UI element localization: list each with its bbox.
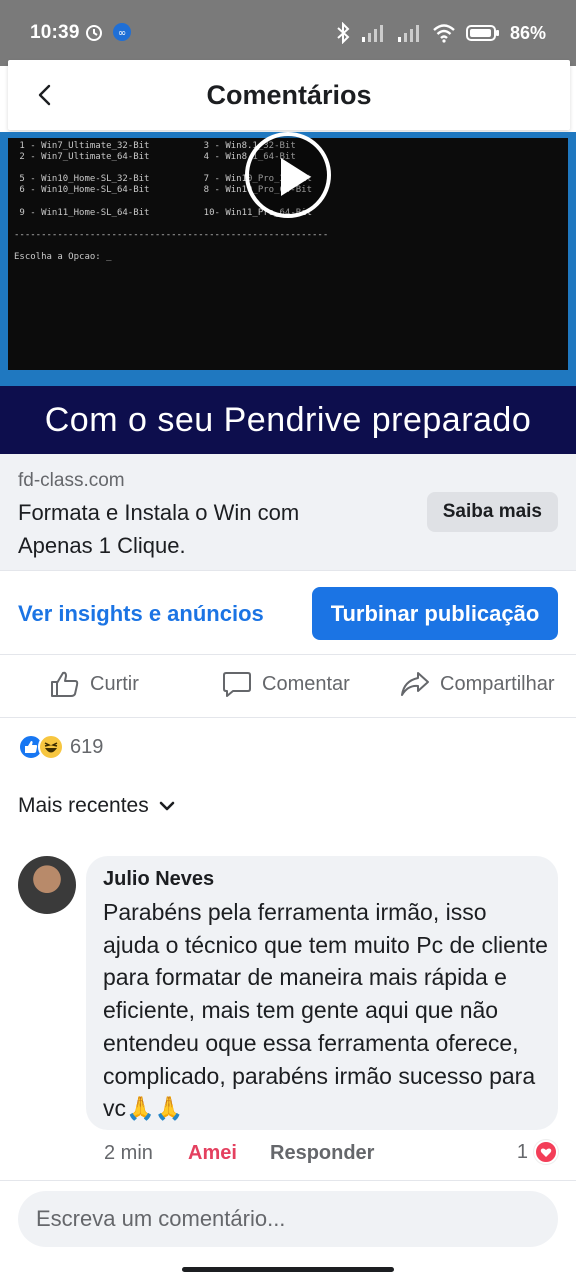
terminal-line: Escolha a Opcao: _	[14, 252, 112, 262]
share-label: Compartilhar	[440, 672, 555, 695]
comment-reaction-number: 1	[516, 1140, 528, 1163]
divider	[0, 717, 576, 718]
boost-post-button[interactable]: Turbinar publicação	[312, 587, 558, 640]
link-domain: fd-class.com	[18, 470, 125, 491]
like-label: Curtir	[90, 672, 139, 695]
divider	[0, 654, 576, 655]
terminal-line: ----------------------------------------…	[14, 230, 329, 240]
signal-icon	[361, 25, 383, 42]
comments-header: Comentários	[8, 60, 570, 130]
share-icon	[401, 672, 429, 696]
video-banner-text: Com o seu Pendrive preparado	[0, 386, 576, 454]
divider	[0, 570, 576, 571]
haha-reaction-icon	[38, 734, 64, 760]
heart-icon	[534, 1140, 558, 1164]
home-indicator	[182, 1267, 394, 1272]
status-bar: 10:39 ∞ 86%	[0, 0, 576, 66]
status-time: 10:39	[30, 22, 80, 43]
comment-label: Comentar	[262, 672, 350, 695]
comment-composer-bar	[0, 1180, 576, 1280]
play-button[interactable]	[245, 132, 331, 218]
reaction-summary[interactable]: 619	[18, 734, 103, 760]
svg-text:∞: ∞	[118, 28, 126, 39]
comment-author[interactable]: Julio Neves	[103, 868, 214, 891]
sort-label: Mais recentes	[18, 794, 149, 817]
comment-button[interactable]: Comentar	[222, 670, 350, 698]
reply-button[interactable]: Responder	[270, 1142, 374, 1165]
comment-icon	[223, 672, 251, 697]
reaction-count: 619	[70, 735, 104, 758]
insights-link[interactable]: Ver insights e anúncios	[18, 601, 264, 627]
thumbs-up-icon	[51, 671, 79, 697]
comment-input[interactable]	[18, 1191, 558, 1247]
app-notification-icon: ∞	[113, 23, 131, 41]
page-title: Comentários	[206, 80, 372, 110]
comment-sort-dropdown[interactable]: Mais recentes	[18, 794, 175, 818]
battery-percentage: 86%	[509, 22, 546, 43]
link-title: Formata e Instala o Win com Apenas 1 Cli…	[18, 500, 300, 558]
alarm-icon	[86, 25, 102, 41]
post-action-bar: Curtir Comentar Compartilhar	[0, 662, 576, 710]
like-button[interactable]: Curtir	[50, 670, 139, 698]
comment-bubble: Julio Neves Parabéns pela ferramenta irm…	[86, 856, 558, 1130]
comment-time: 2 min	[104, 1142, 153, 1164]
comment-text: Parabéns pela ferramenta irmão, isso aju…	[103, 899, 548, 1122]
link-preview[interactable]: fd-class.com Formata e Instala o Win com…	[0, 454, 576, 570]
learn-more-button[interactable]: Saiba mais	[426, 492, 558, 532]
wifi-icon	[433, 24, 455, 43]
status-right: 86%	[336, 22, 546, 44]
signal-icon-2	[397, 25, 419, 42]
love-reaction-button[interactable]: Amei	[188, 1142, 237, 1165]
video-player[interactable]: 1 - Win7_Ultimate_32-Bit 3 - Win8.1_32-B…	[0, 132, 576, 386]
chevron-down-icon	[159, 801, 175, 811]
comment-reaction-count[interactable]: 1	[517, 1140, 558, 1164]
bluetooth-icon	[337, 22, 350, 44]
avatar[interactable]	[18, 856, 76, 914]
battery-icon	[465, 25, 499, 41]
share-button[interactable]: Compartilhar	[400, 670, 554, 698]
